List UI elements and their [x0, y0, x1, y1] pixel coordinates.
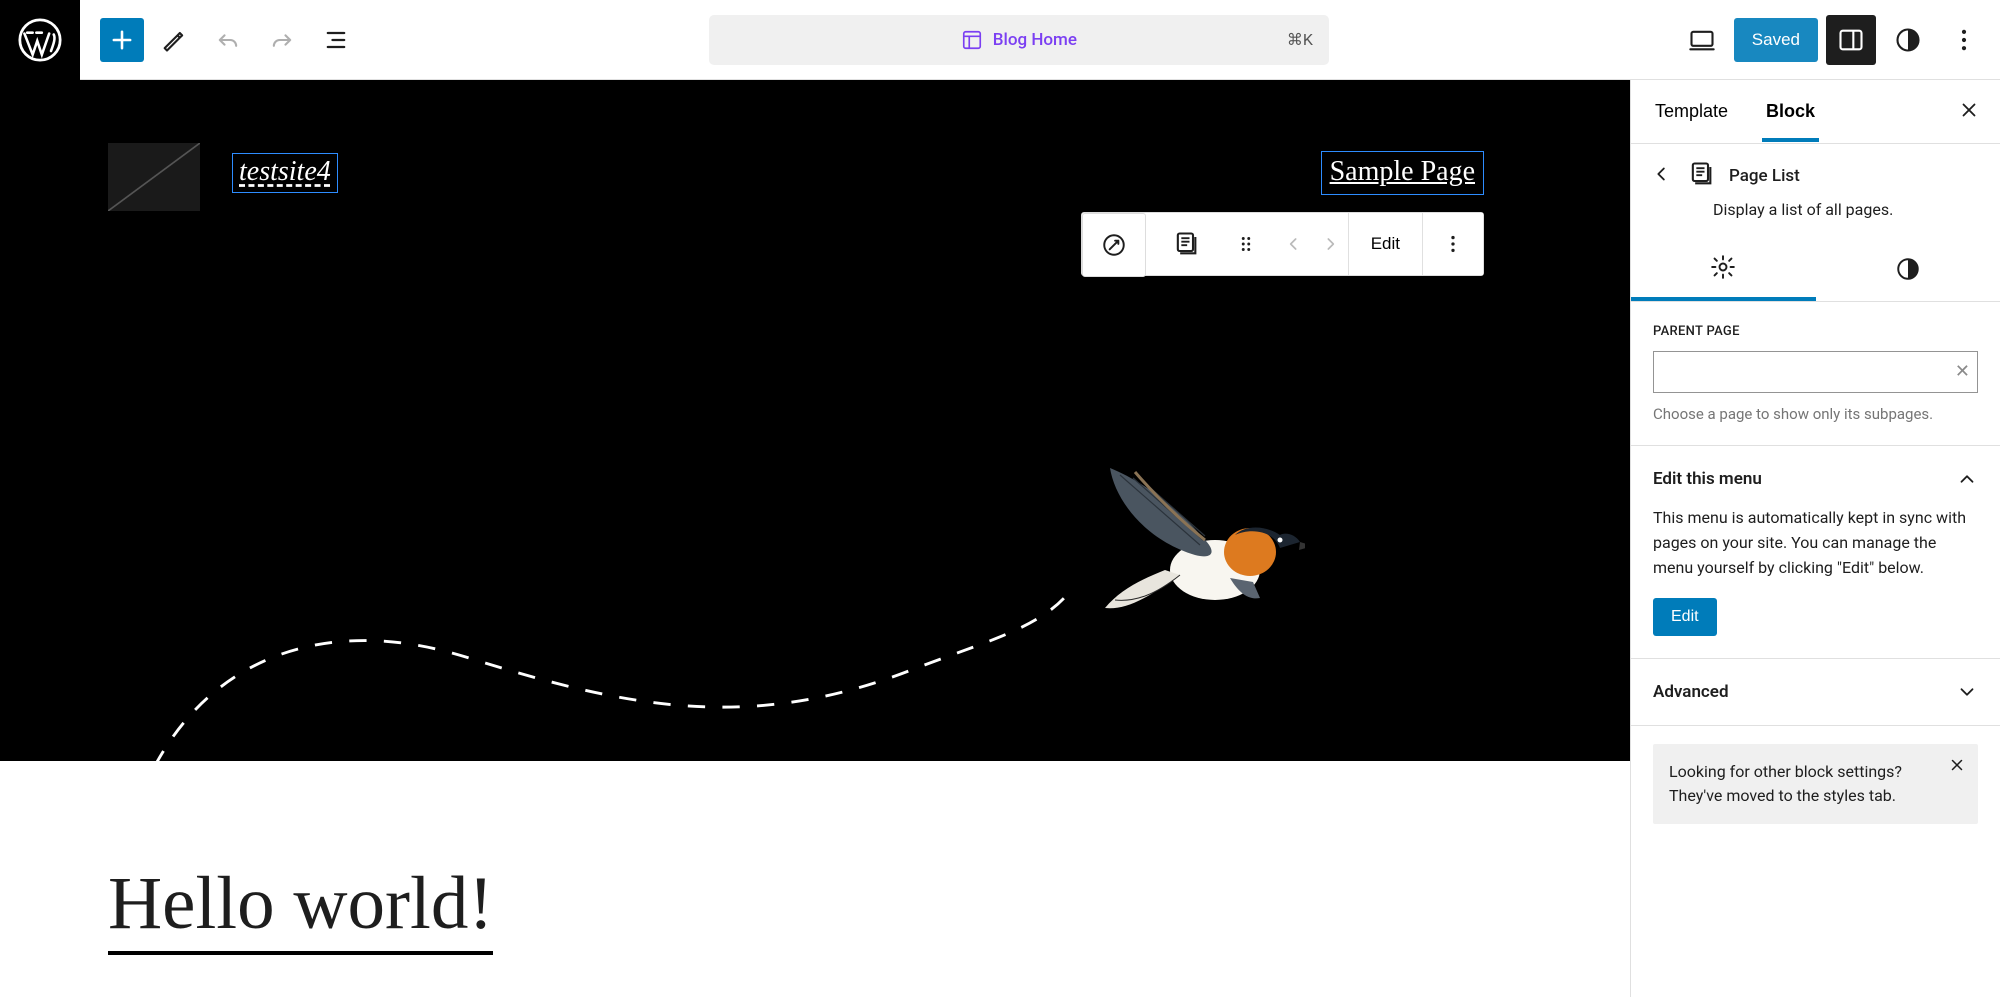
block-description: Display a list of all pages.	[1631, 196, 2000, 237]
toolbar-options-button[interactable]	[1423, 213, 1483, 275]
bird-illustration	[1085, 460, 1305, 640]
document-overview-button[interactable]	[312, 16, 360, 64]
page-list-item[interactable]: Sample Page	[1321, 151, 1484, 195]
site-logo-placeholder[interactable]	[108, 143, 200, 211]
tab-block[interactable]: Block	[1762, 81, 1819, 142]
select-parent-button[interactable]	[1082, 213, 1146, 277]
close-sidebar-button[interactable]	[1958, 99, 1980, 125]
advanced-panel-header[interactable]: Advanced	[1653, 681, 1978, 703]
command-shortcut: ⌘K	[1287, 30, 1313, 49]
edit-menu-panel-header[interactable]: Edit this menu	[1653, 468, 1978, 490]
settings-sidebar-toggle[interactable]	[1826, 15, 1876, 65]
wordpress-logo[interactable]	[0, 0, 80, 80]
redo-button	[258, 16, 306, 64]
styles-button[interactable]	[1884, 16, 1932, 64]
edit-menu-title: Edit this menu	[1653, 469, 1762, 489]
block-name: Page List	[1729, 166, 1800, 186]
undo-button	[204, 16, 252, 64]
drag-handle[interactable]	[1216, 213, 1276, 275]
block-nav-back[interactable]	[1651, 163, 1673, 189]
styles-moved-notice: Looking for other block settings? They'v…	[1653, 744, 1978, 824]
chevron-down-icon	[1956, 681, 1978, 703]
tab-template[interactable]: Template	[1651, 81, 1732, 142]
document-title: Blog Home	[993, 30, 1077, 50]
block-toolbar: Edit	[1081, 212, 1484, 276]
options-button[interactable]	[1940, 16, 1988, 64]
page-list-icon	[1687, 160, 1715, 192]
decorative-trail	[100, 580, 1100, 761]
clear-input-button[interactable]: ✕	[1955, 361, 1970, 382]
edit-menu-button[interactable]: Edit	[1653, 598, 1717, 636]
dismiss-notice-button[interactable]	[1948, 756, 1966, 781]
move-left-button	[1276, 213, 1312, 275]
notice-text: Looking for other block settings? They'v…	[1669, 762, 1902, 805]
advanced-title: Advanced	[1653, 682, 1729, 702]
move-right-button	[1312, 213, 1348, 275]
add-block-button[interactable]	[100, 18, 144, 62]
block-type-button[interactable]	[1156, 213, 1216, 275]
post-title[interactable]: Hello world!	[108, 861, 493, 955]
parent-page-hint: Choose a page to show only its subpages.	[1653, 405, 1978, 423]
document-title-bar[interactable]: Blog Home ⌘K	[709, 15, 1329, 65]
parent-page-label: Parent Page	[1653, 324, 1978, 339]
toolbar-edit-button[interactable]: Edit	[1349, 213, 1422, 275]
settings-tab[interactable]	[1631, 237, 1816, 301]
view-button[interactable]	[1678, 16, 1726, 64]
tools-button[interactable]	[150, 16, 198, 64]
styles-tab[interactable]	[1816, 237, 2000, 301]
parent-page-input[interactable]	[1653, 351, 1978, 393]
settings-sidebar: Template Block Page List Display a list …	[1630, 80, 2000, 997]
chevron-up-icon	[1956, 468, 1978, 490]
template-icon	[961, 29, 983, 51]
editor-canvas[interactable]: testsite4 Sample Page	[0, 80, 1630, 997]
site-title-block[interactable]: testsite4	[232, 153, 338, 193]
save-button: Saved	[1734, 18, 1818, 62]
edit-menu-description: This menu is automatically kept in sync …	[1653, 506, 1978, 580]
